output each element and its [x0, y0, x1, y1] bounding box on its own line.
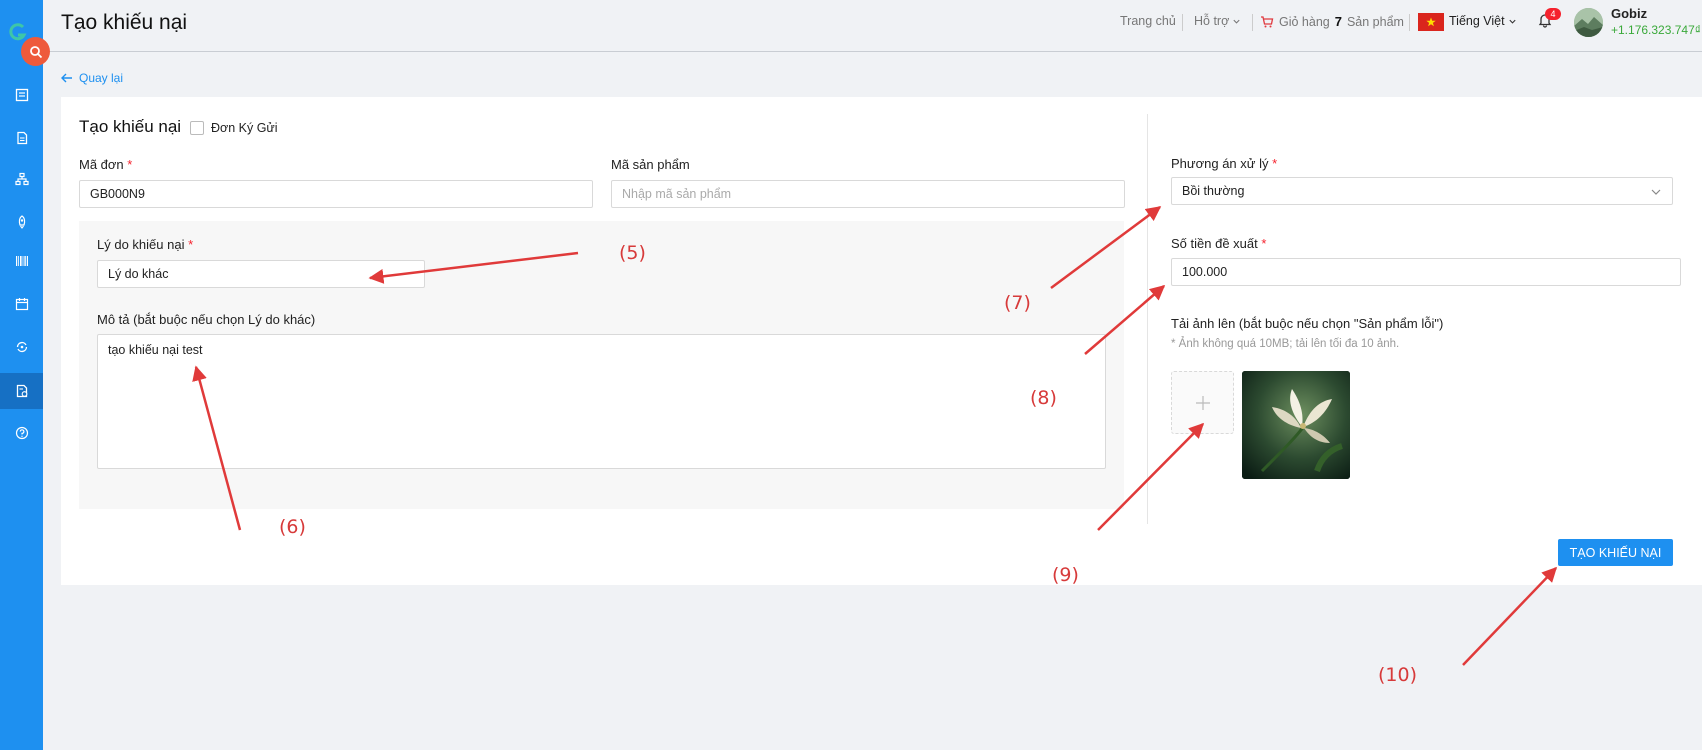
sidebar-item-network[interactable] [0, 161, 43, 197]
description-label: Mô tả (bắt buộc nếu chọn Lý do khác) [97, 312, 316, 327]
order-code-label: Mã đơn * [79, 157, 133, 172]
language-label: Tiếng Việt [1449, 14, 1505, 28]
reason-select[interactable]: Lý do khác [97, 260, 425, 288]
chevron-down-icon [1233, 19, 1240, 24]
header-divider [1252, 14, 1253, 31]
orders-icon [15, 88, 28, 102]
amount-label: Số tiền đề xuất * [1171, 236, 1267, 251]
document-icon [16, 131, 27, 145]
chevron-down-icon [1509, 19, 1516, 24]
cart-count: 7 [1334, 14, 1342, 29]
barcode-icon [15, 256, 28, 266]
user-balance: +1.176.323.747₫ [1611, 23, 1701, 37]
sidebar-item-documents[interactable] [0, 120, 43, 156]
search-button[interactable] [21, 37, 50, 66]
language-select[interactable]: Tiếng Việt [1449, 14, 1517, 28]
nav-cart-link[interactable]: Giỏ hàng 7 Sản phẩm [1260, 14, 1404, 29]
cart-label: Giỏ hàng [1279, 14, 1330, 29]
upload-hint: * Ảnh không quá 10MB; tải lên tối đa 10 … [1171, 338, 1400, 350]
form-title: Tạo khiếu nại [79, 117, 182, 136]
callout-6: (6) [279, 516, 306, 538]
sidebar-item-complaints[interactable] [0, 373, 43, 409]
calendar-icon [15, 298, 28, 311]
back-label: Quay lại [79, 71, 124, 85]
top-header: Tạo khiếu nại Trang chủ Hỗ trợ Giỏ hàng … [43, 0, 1702, 52]
search-icon [29, 45, 42, 58]
notification-badge: 4 [1545, 8, 1561, 20]
sidebar-item-launch[interactable] [0, 204, 43, 240]
consignment-label: Đơn Ký Gửi [211, 121, 278, 135]
solution-value: Bồi thường [1182, 184, 1245, 198]
sidebar-item-help[interactable] [0, 415, 43, 451]
page-title: Tạo khiếu nại [61, 11, 188, 34]
nav-support-dropdown[interactable]: Hỗ trợ [1194, 14, 1241, 28]
reason-label: Lý do khiếu nại * [97, 237, 194, 252]
vietnam-flag-icon [1418, 13, 1444, 31]
rocket-icon [18, 215, 25, 229]
plus-icon [1195, 395, 1210, 410]
avatar[interactable] [1574, 8, 1603, 37]
exchange-icon [16, 341, 27, 353]
consignment-checkbox[interactable] [190, 121, 204, 135]
solution-select[interactable]: Bồi thường [1171, 177, 1673, 205]
upload-label: Tải ảnh lên (bắt buộc nếu chọn "Sản phẩm… [1171, 316, 1444, 331]
sidebar-item-exchange[interactable] [0, 329, 43, 365]
nav-home-link[interactable]: Trang chủ [1120, 14, 1176, 28]
help-icon [15, 426, 28, 440]
sidebar [0, 0, 43, 750]
header-divider [1409, 14, 1410, 31]
callout-9: (9) [1052, 564, 1079, 586]
callout-8: (8) [1030, 387, 1057, 409]
description-textarea[interactable]: tạo khiếu nại test [97, 334, 1106, 469]
header-divider [1182, 14, 1183, 31]
submit-complaint-button[interactable]: TẠO KHIẾU NẠI [1558, 539, 1673, 566]
amount-input[interactable]: 100.000 [1171, 258, 1681, 286]
uploaded-image-thumbnail[interactable] [1242, 371, 1350, 479]
complaint-icon [16, 384, 27, 398]
chevron-down-icon [1651, 189, 1661, 195]
user-name: Gobiz [1611, 6, 1648, 21]
arrow-left-icon [61, 73, 72, 83]
callout-7: (7) [1004, 292, 1031, 314]
cart-unit: Sản phẩm [1346, 14, 1404, 29]
logo-icon [9, 23, 27, 41]
support-label: Hỗ trợ [1194, 14, 1230, 28]
callout-10: (10) [1378, 664, 1418, 686]
product-code-label: Mã sản phẩm [611, 157, 690, 172]
upload-button[interactable] [1171, 371, 1234, 434]
order-code-input[interactable]: GB000N9 [79, 180, 593, 208]
sidebar-item-calendar[interactable] [0, 286, 43, 322]
column-divider [1147, 114, 1148, 524]
sidebar-item-orders[interactable] [0, 77, 43, 113]
back-link[interactable]: Quay lại [61, 71, 123, 85]
callout-5: (5) [619, 242, 646, 264]
sidebar-item-barcode[interactable] [0, 243, 43, 279]
product-code-input[interactable]: Nhập mã sản phẩm [611, 180, 1125, 208]
network-icon [14, 172, 29, 186]
cart-icon [1261, 15, 1274, 27]
solution-label: Phương án xử lý * [1171, 156, 1278, 171]
